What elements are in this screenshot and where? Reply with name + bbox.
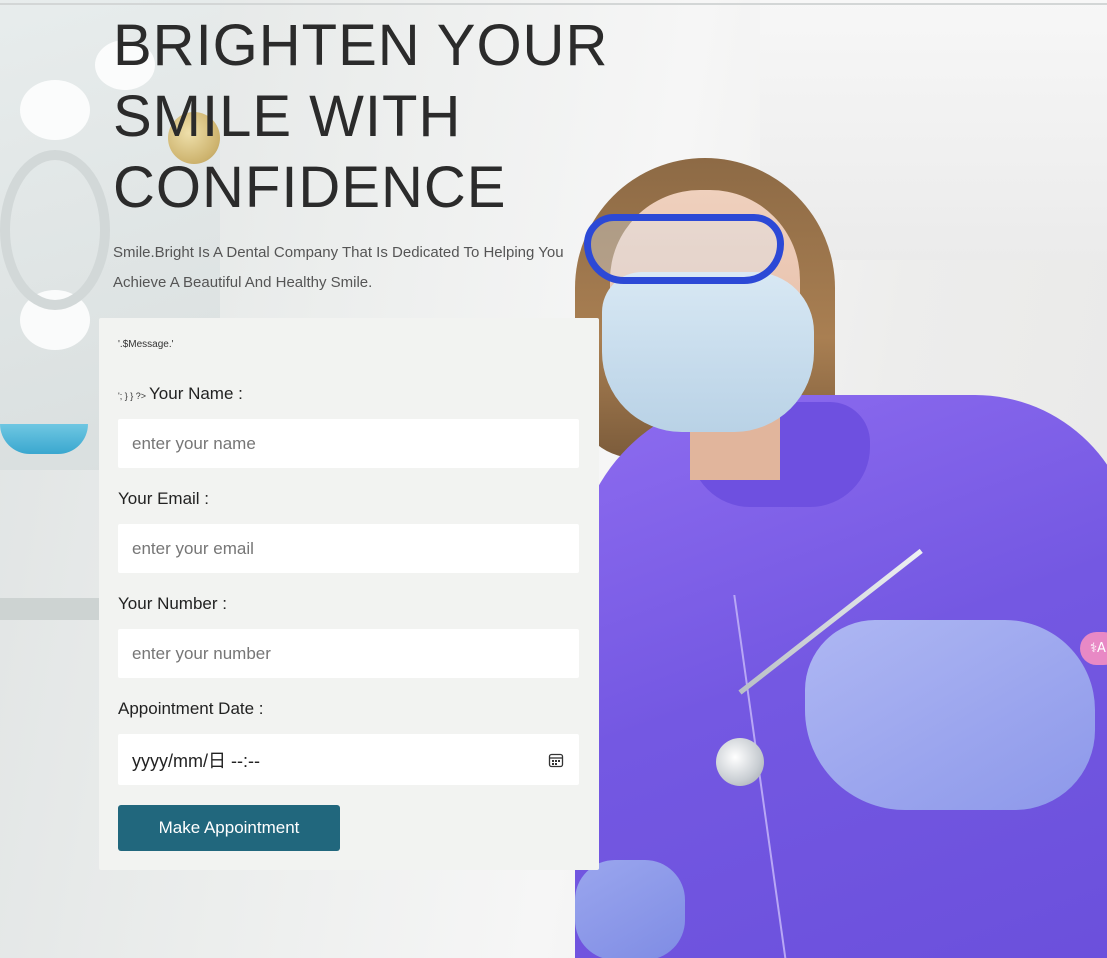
appointment-form: '.$Message.' '; } } ?>Your Name : Your E… <box>99 318 599 870</box>
safety-goggles <box>584 214 784 284</box>
date-label: Appointment Date : <box>118 699 264 718</box>
name-label-row: '; } } ?> Your Name : <box>118 384 243 404</box>
number-label-row: Your Number : <box>118 594 227 614</box>
shelf-shape <box>0 598 110 620</box>
lamp-light-1 <box>20 80 90 140</box>
email-label: Your Email : <box>118 489 210 508</box>
make-appointment-button[interactable]: Make Appointment <box>118 805 340 851</box>
top-border <box>0 3 1107 5</box>
form-message: '.$Message.' <box>118 339 174 350</box>
stray-code-text: '; } } ?> <box>118 391 146 401</box>
dental-mirror <box>716 738 764 786</box>
number-input[interactable] <box>118 629 579 678</box>
email-input[interactable] <box>118 524 579 573</box>
email-label-row: Your Email : <box>118 489 209 509</box>
date-input-value: yyyy/mm/日 --:-- <box>132 750 260 771</box>
date-label-row: Appointment Date : <box>118 699 264 719</box>
right-glove <box>805 620 1095 810</box>
translate-icon[interactable]: ⚕A <box>1080 632 1107 665</box>
left-glove <box>575 860 685 958</box>
name-input[interactable] <box>118 419 579 468</box>
number-label: Your Number : <box>118 594 227 613</box>
hero-subtitle: Smile.Bright Is A Dental Company That Is… <box>113 244 564 291</box>
calendar-icon[interactable] <box>548 752 564 768</box>
appointment-date-input[interactable]: yyyy/mm/日 --:-- <box>118 734 579 785</box>
lamp-ring <box>0 150 110 310</box>
surgical-mask <box>602 272 814 432</box>
hero-title: BRIGHTEN YOUR SMILE WITH CONFIDENCE <box>113 13 609 220</box>
name-label: Your Name : <box>149 384 243 403</box>
